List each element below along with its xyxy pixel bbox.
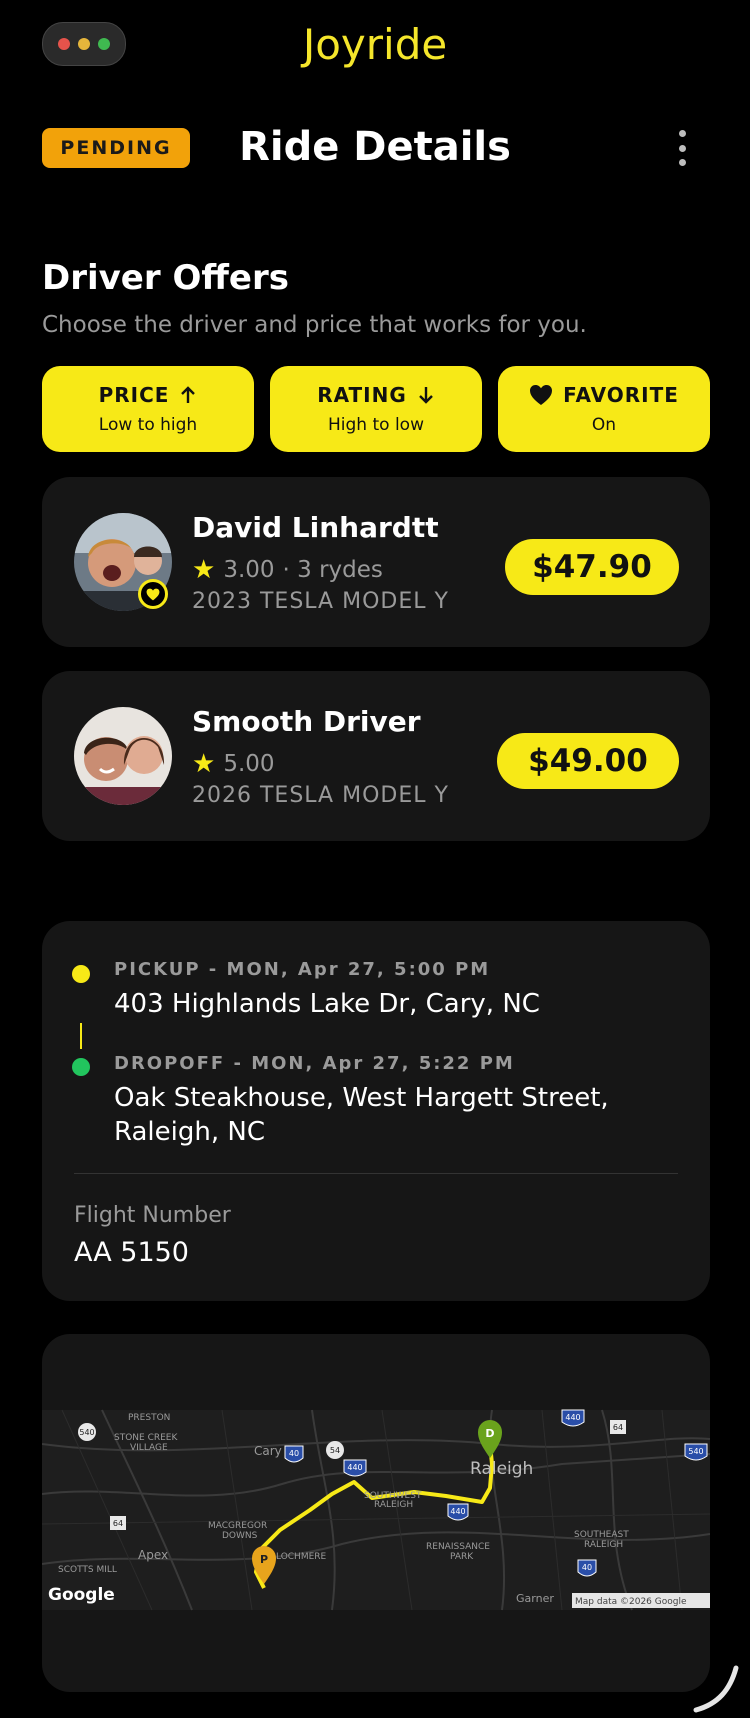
svg-text:P: P [260, 1553, 268, 1566]
map-label: VILLAGE [130, 1443, 168, 1453]
driver-offer-card[interactable]: Smooth Driver ★ 5.00 2026 TESLA MODEL Y … [42, 671, 710, 841]
filter-favorite-button[interactable]: FAVORITE On [498, 366, 710, 452]
driver-rating: ★ 3.00 · 3 rydes [192, 555, 383, 585]
map-label: LOCHMERE [276, 1552, 327, 1562]
map-label: RENAISSANCE [426, 1542, 490, 1552]
highway-shield-icon: 54 [326, 1441, 344, 1459]
filter-favorite-label: FAVORITE [563, 383, 679, 407]
dropoff-address: Oak Steakhouse, West Hargett Street, Ral… [114, 1083, 609, 1147]
pickup-address: 403 Highlands Lake Dr, Cary, NC [114, 989, 540, 1019]
pickup-label: PICKUP - MON, Apr 27, 5:00 PM [114, 959, 491, 980]
filter-price-button[interactable]: PRICE Low to high [42, 366, 254, 452]
map-label: Garner [516, 1592, 554, 1605]
filter-rating-label: RATING [317, 383, 407, 407]
arrow-up-icon [181, 386, 196, 403]
app-title: Joyride [302, 20, 448, 69]
interstate-shield-icon: 40 [284, 1445, 304, 1463]
map-label: PARK [450, 1552, 474, 1562]
page-header: PENDING Ride Details [0, 118, 750, 188]
map-label: SOUTHEAST [574, 1530, 629, 1540]
map-label: Raleigh [470, 1459, 533, 1479]
trip-details-card: PICKUP - MON, Apr 27, 5:00 PM 403 Highla… [42, 921, 710, 1301]
ryde-count: · 3 rydes [282, 557, 383, 583]
dropoff-label: DROPOFF - MON, Apr 27, 5:22 PM [114, 1053, 515, 1074]
rating-value: 3.00 [223, 557, 275, 583]
resize-corner-icon [693, 1665, 739, 1713]
map-label: PRESTON [128, 1413, 170, 1423]
highway-shield-icon: 64 [110, 1516, 126, 1530]
kebab-dot [678, 130, 686, 137]
map-label: SCOTTS MILL [58, 1565, 117, 1575]
map-label: RALEIGH [374, 1500, 413, 1510]
driver-avatar [74, 707, 172, 805]
svg-text:540: 540 [79, 1428, 94, 1437]
star-icon: ★ [192, 749, 216, 779]
driver-offer-card[interactable]: David Linhardtt ★ 3.00 · 3 rydes 2023 TE… [42, 477, 710, 647]
driver-offers-subtitle: Choose the driver and price that works f… [42, 312, 587, 338]
highway-shield-icon: 64 [610, 1420, 626, 1434]
driver-car: 2026 TESLA MODEL Y [192, 783, 449, 808]
map-label: DOWNS [222, 1531, 258, 1541]
google-logo: Google [48, 1585, 115, 1605]
rating-value: 5.00 [223, 751, 275, 777]
interstate-shield-icon: 40 [577, 1559, 597, 1577]
dropoff-dot-icon [72, 1058, 90, 1076]
favorite-badge [138, 579, 168, 609]
driver-offers-title: Driver Offers [42, 258, 289, 298]
heart-icon [530, 385, 553, 405]
svg-text:54: 54 [330, 1446, 340, 1455]
driver-name: Smooth Driver [192, 705, 421, 738]
interstate-shield-icon: 540 [78, 1423, 96, 1441]
interstate-shield-icon: 540 [684, 1443, 708, 1461]
flight-number-label: Flight Number [74, 1203, 231, 1228]
filter-bar: PRICE Low to high RATING High to low FAV… [42, 366, 710, 452]
heart-icon [146, 588, 160, 600]
map-label: STONE CREEK [114, 1433, 178, 1443]
svg-text:D: D [485, 1427, 494, 1440]
map-label: Apex [138, 1548, 168, 1562]
svg-text:64: 64 [113, 1519, 123, 1528]
interstate-shield-icon: 440 [343, 1459, 367, 1477]
more-options-button[interactable] [672, 130, 692, 166]
accept-offer-price-button[interactable]: $49.00 [497, 733, 679, 789]
interstate-shield-icon: 440 [561, 1409, 585, 1427]
kebab-dot [678, 159, 686, 166]
filter-price-label: PRICE [98, 383, 170, 407]
map-label: Cary [254, 1444, 282, 1458]
map-attribution: Map data ©2026 Google [575, 1597, 687, 1607]
filter-rating-button[interactable]: RATING High to low [270, 366, 482, 452]
accept-offer-price-button[interactable]: $47.90 [505, 539, 679, 595]
flight-number-value: AA 5150 [74, 1237, 189, 1268]
route-connector [80, 1023, 82, 1049]
interstate-shield-icon: 440 [447, 1503, 469, 1521]
pickup-dot-icon [72, 965, 90, 983]
star-icon: ★ [192, 555, 216, 585]
kebab-dot [678, 144, 686, 152]
driver-rating: ★ 5.00 [192, 749, 275, 779]
driver-car: 2023 TESLA MODEL Y [192, 589, 449, 614]
route-map[interactable]: PRESTON STONE CREEK VILLAGE Cary Raleigh… [42, 1334, 710, 1692]
svg-text:64: 64 [613, 1423, 623, 1432]
arrow-down-icon [418, 387, 433, 404]
map-label: MACGREGOR [208, 1521, 267, 1531]
svg-text:40: 40 [582, 1563, 592, 1572]
page-title: Ride Details [239, 124, 511, 170]
divider [74, 1173, 678, 1174]
filter-rating-sub: High to low [328, 415, 424, 435]
svg-text:440: 440 [565, 1413, 580, 1422]
map-label: RALEIGH [584, 1540, 623, 1550]
filter-favorite-sub: On [591, 415, 617, 435]
filter-price-sub: Low to high [98, 415, 198, 435]
svg-text:40: 40 [289, 1449, 299, 1458]
driver-name: David Linhardtt [192, 511, 439, 544]
svg-text:540: 540 [688, 1447, 703, 1456]
svg-text:440: 440 [450, 1507, 465, 1516]
route-map-card[interactable]: PRESTON STONE CREEK VILLAGE Cary Raleigh… [42, 1334, 710, 1692]
svg-text:440: 440 [347, 1463, 362, 1472]
top-bar: Joyride [0, 0, 750, 110]
